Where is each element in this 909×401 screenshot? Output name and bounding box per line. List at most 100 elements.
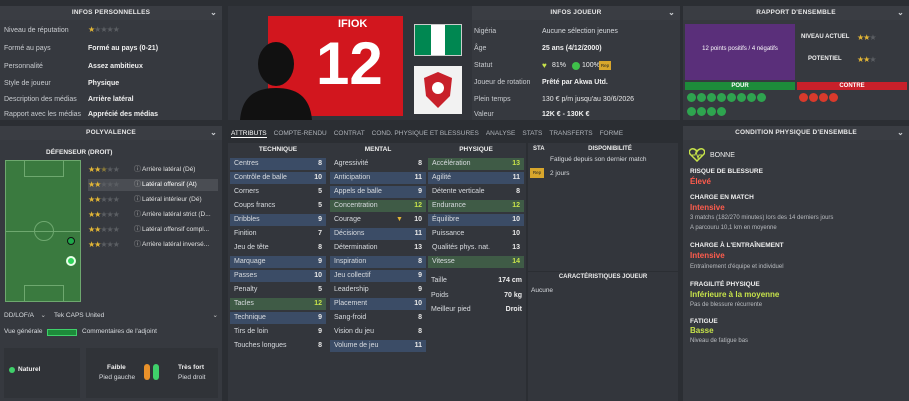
contre-bar: CONTRE xyxy=(797,82,907,90)
attribute-row[interactable]: Détente verticale 8 xyxy=(428,186,524,198)
chevron-down-icon[interactable]: ⌄ xyxy=(668,6,675,19)
strength-icon[interactable] xyxy=(687,107,696,116)
tab-stats[interactable]: STATS xyxy=(522,130,542,137)
attribute-row[interactable]: Tirs de loin 9 xyxy=(230,326,326,338)
weakness-icon[interactable] xyxy=(809,93,818,102)
role-row[interactable]: ★★★★★ ⓘ Latéral offensif compl... xyxy=(88,224,218,236)
tab-contract[interactable]: CONTRAT xyxy=(334,130,365,137)
chevron-down-icon[interactable]: ⌄ xyxy=(897,6,904,19)
condition-header[interactable]: CONDITION PHYSIQUE D'ENSEMBLE ⌄ xyxy=(683,126,909,140)
attribute-row[interactable]: Leadership 9 xyxy=(330,284,426,296)
attribute-row[interactable]: Puissance 10 xyxy=(428,228,524,240)
chevron-down-icon[interactable]: ⌄ xyxy=(210,126,217,139)
strength-icon[interactable] xyxy=(717,93,726,102)
info-label: Statut xyxy=(474,62,493,69)
info-icon[interactable]: ⓘ xyxy=(134,239,141,251)
position-dot-rb[interactable] xyxy=(66,256,76,266)
strength-icon[interactable] xyxy=(737,93,746,102)
attribute-row[interactable]: Détermination 13 xyxy=(330,242,426,254)
attribute-row[interactable]: Coups francs 5 xyxy=(230,200,326,212)
role-row[interactable]: ★★★★★ ⓘ Arrière latéral (Dé) xyxy=(88,164,218,176)
report-summary-box[interactable] xyxy=(685,24,795,80)
attribute-row[interactable]: Qualités phys. nat. 13 xyxy=(428,242,524,254)
tab-fitness[interactable]: COND. PHYSIQUE ET BLESSURES xyxy=(372,130,479,137)
attribute-row[interactable]: Tacles 12 xyxy=(230,298,326,310)
strength-icon[interactable] xyxy=(697,107,706,116)
report-header[interactable]: RAPPORT D'ENSEMBLE ⌄ xyxy=(683,6,909,20)
player-info-header[interactable]: INFOS JOUEUR ⌄ xyxy=(472,6,680,20)
info-icon[interactable]: ⓘ xyxy=(134,194,141,206)
attribute-row[interactable]: Corners 5 xyxy=(230,186,326,198)
attribute-row[interactable]: Agilité 11 xyxy=(428,172,524,184)
foot-value: Droit xyxy=(505,306,522,313)
attribute-row[interactable]: Vision du jeu 8 xyxy=(330,326,426,338)
attribute-row[interactable]: Endurance 12 xyxy=(428,200,524,212)
chevron-down-icon[interactable]: ⌄ xyxy=(897,126,904,139)
info-icon[interactable]: ⓘ xyxy=(134,224,141,236)
attribute-row[interactable]: Contrôle de balle 10 xyxy=(230,172,326,184)
attribute-row[interactable]: Vitesse 14 xyxy=(428,256,524,268)
strength-icon[interactable] xyxy=(707,93,716,102)
tab-analysis[interactable]: ANALYSE xyxy=(486,130,516,137)
position-pitch[interactable] xyxy=(5,160,81,302)
sta-label: STA xyxy=(533,146,545,152)
club-select[interactable]: Tek CAPS United ⌄ xyxy=(54,310,218,322)
attribute-row[interactable]: Centres 8 xyxy=(230,158,326,170)
attribute-row[interactable]: Technique 9 xyxy=(230,312,326,324)
strength-icon[interactable] xyxy=(727,93,736,102)
attribute-row[interactable]: Appels de balle 9 xyxy=(330,186,426,198)
attribute-row[interactable]: Penalty 5 xyxy=(230,284,326,296)
attribute-row[interactable]: Concentration 12 xyxy=(330,200,426,212)
role-row[interactable]: ★★★★★ ⓘ Latéral intérieur (Dé) xyxy=(88,194,218,206)
attribute-row[interactable]: Dribbles 9 xyxy=(230,214,326,226)
strength-icon[interactable] xyxy=(707,107,716,116)
info-icon[interactable]: ⓘ xyxy=(134,179,141,191)
attribute-row[interactable]: Marquage 9 xyxy=(230,256,326,268)
role-row[interactable]: ★★★★★ ⓘ Arrière latéral strict (D... xyxy=(88,209,218,221)
role-row-selected[interactable]: ★★★★★ ⓘ Latéral offensif (At) xyxy=(88,179,218,191)
attribute-row[interactable]: Volume de jeu 11 xyxy=(330,340,426,352)
personal-info-header[interactable]: INFOS PERSONNELLES ⌄ xyxy=(0,6,222,20)
tab-transfers[interactable]: TRANSFERTS xyxy=(549,130,592,137)
tab-attributes[interactable]: ATTRIBUTS xyxy=(231,130,267,138)
info-icon[interactable]: ⓘ xyxy=(134,209,141,221)
versatility-header[interactable]: POLYVALENCE ⌄ xyxy=(0,126,222,140)
attribute-row[interactable]: Jeu collectif 9 xyxy=(330,270,426,282)
attribute-row[interactable]: Équilibre 10 xyxy=(428,214,524,226)
attribute-row[interactable]: Sang-froid 8 xyxy=(330,312,426,324)
chevron-down-icon[interactable]: ⌄ xyxy=(210,6,217,19)
attribute-row[interactable]: Placement 10 xyxy=(330,298,426,310)
info-icon[interactable]: ⓘ xyxy=(134,164,141,176)
strength-icon[interactable] xyxy=(697,93,706,102)
tab-form[interactable]: FORME xyxy=(600,130,623,137)
strength-icon[interactable] xyxy=(757,93,766,102)
attribute-row[interactable]: Inspiration 8 xyxy=(330,256,426,268)
position-dot-rwb[interactable] xyxy=(67,237,75,245)
assistant-comments-link[interactable]: Commentaires de l'adjoint xyxy=(82,328,157,335)
strength-icon[interactable] xyxy=(747,93,756,102)
weakness-icon[interactable] xyxy=(799,93,808,102)
foot-condition: Naturel xyxy=(18,366,41,373)
strength-icon[interactable] xyxy=(717,107,726,116)
attribute-row[interactable]: Courage ▼ 10 xyxy=(330,214,426,226)
tab-report[interactable]: COMPTE-RENDU xyxy=(274,130,327,137)
attribute-row[interactable]: Anticipation 11 xyxy=(330,172,426,184)
attribute-value: 12 xyxy=(414,202,422,209)
formation-select[interactable]: DD/LOF/A ⌄ xyxy=(4,310,46,322)
role-name: Arrière latéral inversé... xyxy=(142,241,210,248)
attribute-row[interactable]: Passes 10 xyxy=(230,270,326,282)
attribute-row[interactable]: Touches longues 8 xyxy=(230,340,326,352)
report-summary: 12 points positifs / 4 négatifs xyxy=(702,46,778,52)
potential-stars: ★★★ xyxy=(857,55,877,64)
attribute-row[interactable]: Finition 7 xyxy=(230,228,326,240)
strength-icon[interactable] xyxy=(687,93,696,102)
weakness-icon[interactable] xyxy=(829,93,838,102)
condition-block-value: Intensive xyxy=(690,251,725,260)
attribute-row[interactable]: Accélération 13 xyxy=(428,158,524,170)
role-row[interactable]: ★★★★★ ⓘ Arrière latéral inversé... xyxy=(88,239,218,251)
attribute-row[interactable]: Décisions 11 xyxy=(330,228,426,240)
attribute-value: 9 xyxy=(318,216,322,223)
attribute-row[interactable]: Jeu de tête 8 xyxy=(230,242,326,254)
weakness-icon[interactable] xyxy=(819,93,828,102)
attribute-row[interactable]: Agressivité 8 xyxy=(330,158,426,170)
